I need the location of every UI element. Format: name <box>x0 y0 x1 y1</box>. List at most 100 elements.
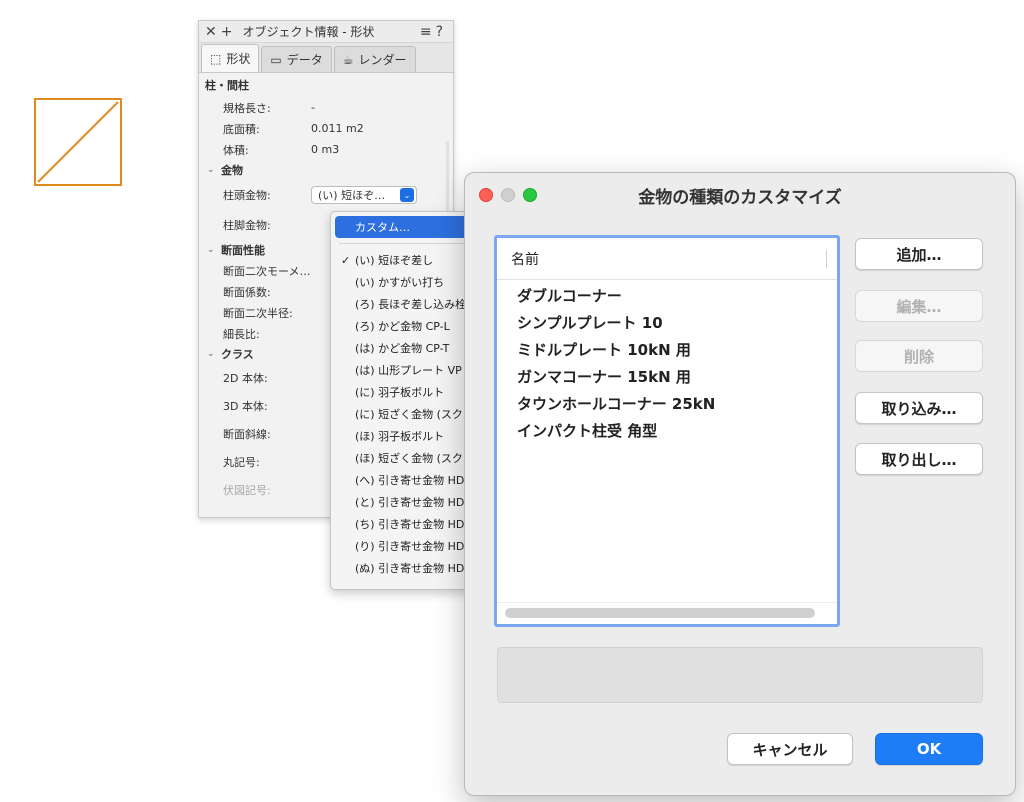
menu-item[interactable]: (と) 引き寄せ金物 HD <box>331 491 479 513</box>
menu-item[interactable]: (ぬ) 引き寄せ金物 HD <box>331 557 479 579</box>
menu-item-label: (に) 羽子板ボルト <box>355 386 445 399</box>
shape-diagonal-icon <box>37 101 119 183</box>
row-label: 柱脚金物: <box>223 219 271 232</box>
delete-button[interactable]: 削除 <box>855 340 983 372</box>
menu-item-label: (い) かすがい打ち <box>355 276 445 289</box>
list-item[interactable]: シンプルプレート 10 <box>497 309 837 336</box>
hardware-dropdown-menu: カスタム… ✓ (い) 短ほぞ差し (い) かすがい打ち (ろ) 長ほぞ差し込み栓… <box>330 211 480 590</box>
group-label: 断面性能 <box>221 244 265 257</box>
close-window-button[interactable] <box>479 188 493 202</box>
menu-item[interactable]: (ち) 引き寄せ金物 HD <box>331 513 479 535</box>
popup-value: (い) 短ほぞ… <box>318 189 386 202</box>
row-value: 0 m3 <box>311 143 340 156</box>
plus-icon[interactable]: + <box>221 24 233 40</box>
row-label: 体積: <box>223 143 249 157</box>
column-top-hardware-popup[interactable]: (い) 短ほぞ… ⌄ <box>311 186 417 204</box>
menu-item-label: (は) 山形プレート VP <box>355 364 462 377</box>
horizontal-scrollbar[interactable] <box>505 608 815 618</box>
menu-item[interactable]: (に) 短ざく金物 (スク <box>331 403 479 425</box>
row-label: 規格長さ: <box>223 101 271 115</box>
list-item[interactable]: インパクト柱受 角型 <box>497 417 837 444</box>
list-header-name[interactable]: 名前 <box>497 238 837 280</box>
list-item[interactable]: タウンホールコーナー 25kN <box>497 390 837 417</box>
menu-item[interactable]: (ろ) かど金物 CP-L <box>331 315 479 337</box>
menu-item[interactable]: (い) かすがい打ち <box>331 271 479 293</box>
tab-shape-label: 形状 <box>226 52 251 66</box>
menu-item-label: (へ) 引き寄せ金物 HD <box>355 474 465 487</box>
canvas-column-shape[interactable] <box>34 98 122 186</box>
menu-item[interactable]: (ろ) 長ほぞ差し込み栓 <box>331 293 479 315</box>
description-box <box>497 647 983 703</box>
ok-button[interactable]: OK <box>875 733 983 765</box>
row-label: 断面二次モーメ… <box>223 264 311 278</box>
dialog-titlebar: 金物の種類のカスタマイズ <box>465 173 1015 217</box>
menu-item-label: (い) 短ほぞ差し <box>355 254 434 267</box>
row-column-top-hardware: 柱頭金物: (い) 短ほぞ… ⌄ <box>199 180 453 210</box>
shape-icon: ⬚ <box>210 51 222 66</box>
row-label: 断面二次半径: <box>223 306 293 320</box>
menu-item[interactable]: (ほ) 短ざく金物 (スク <box>331 447 479 469</box>
help-icon[interactable]: ? <box>436 24 443 40</box>
menu-item[interactable]: (は) 山形プレート VP <box>331 359 479 381</box>
zoom-window-button[interactable] <box>523 188 537 202</box>
palette-titlebar: ✕ + オブジェクト情報 - 形状 ≡ ? <box>199 21 453 43</box>
group-label: クラス <box>221 348 254 361</box>
group-hardware[interactable]: ⌄ 金物 <box>199 160 453 180</box>
section-title: 柱・間柱 <box>205 79 249 92</box>
row-label: 底面積: <box>223 122 260 136</box>
row-standard-length: 規格長さ: - <box>199 97 453 118</box>
hardware-type-list[interactable]: 名前 ダブルコーナー シンプルプレート 10 ミドルプレート 10kN 用 ガン… <box>494 235 840 627</box>
palette-title: オブジェクト情報 - 形状 <box>242 25 375 39</box>
chevron-down-icon: ⌄ <box>207 349 215 359</box>
close-icon[interactable]: ✕ <box>205 24 217 40</box>
customize-hardware-dialog: 金物の種類のカスタマイズ 名前 ダブルコーナー シンプルプレート 10 ミドルプ… <box>464 172 1016 796</box>
data-icon: ▭ <box>270 52 282 67</box>
palette-tabs: ⬚ 形状 ▭ データ ☕ レンダー <box>199 43 453 73</box>
menu-item-label: カスタム… <box>355 221 410 234</box>
menu-item[interactable]: (り) 引き寄せ金物 HD <box>331 535 479 557</box>
list-item[interactable]: ミドルプレート 10kN 用 <box>497 336 837 363</box>
tab-shape[interactable]: ⬚ 形状 <box>201 44 260 72</box>
column-divider <box>826 250 827 268</box>
menu-item-custom[interactable]: カスタム… <box>335 216 475 238</box>
menu-item-label: (は) かど金物 CP-T <box>355 342 450 355</box>
chevron-down-icon: ⌄ <box>207 165 215 175</box>
chevron-down-icon: ⌄ <box>207 245 215 255</box>
row-label: 細長比: <box>223 327 260 341</box>
menu-item[interactable]: (は) かど金物 CP-T <box>331 337 479 359</box>
menu-item-label: (ち) 引き寄せ金物 HD <box>355 518 465 531</box>
menu-item-label: (り) 引き寄せ金物 HD <box>355 540 465 553</box>
menu-item-label: (に) 短ざく金物 (スク <box>355 408 463 421</box>
tab-data[interactable]: ▭ データ <box>261 46 332 72</box>
dialog-title: 金物の種類のカスタマイズ <box>638 187 842 208</box>
menu-icon[interactable]: ≡ <box>420 24 432 40</box>
add-button[interactable]: 追加… <box>855 238 983 270</box>
menu-item-label: (と) 引き寄せ金物 HD <box>355 496 465 509</box>
import-button[interactable]: 取り込み… <box>855 392 983 424</box>
menu-item-label: (ろ) 長ほぞ差し込み栓 <box>355 298 467 311</box>
chevron-updown-icon: ⌄ <box>400 188 414 202</box>
group-label: 金物 <box>221 164 243 177</box>
minimize-window-button[interactable] <box>501 188 515 202</box>
menu-item[interactable]: (へ) 引き寄せ金物 HD <box>331 469 479 491</box>
row-value: - <box>311 101 315 114</box>
list-item[interactable]: ガンマコーナー 15kN 用 <box>497 363 837 390</box>
row-base-area: 底面積: 0.011 m2 <box>199 118 453 139</box>
menu-item-label: (ほ) 短ざく金物 (スク <box>355 452 463 465</box>
tab-render[interactable]: ☕ レンダー <box>333 46 416 72</box>
menu-separator <box>339 243 471 244</box>
tab-render-label: レンダー <box>358 53 407 67</box>
row-label: 丸記号: <box>223 456 260 469</box>
menu-item[interactable]: (ほ) 羽子板ボルト <box>331 425 479 447</box>
render-icon: ☕ <box>342 52 354 67</box>
row-label: 3D 本体: <box>223 400 268 413</box>
menu-item[interactable]: ✓ (い) 短ほぞ差し <box>331 249 479 271</box>
row-label: 断面係数: <box>223 285 271 299</box>
edit-button[interactable]: 編集… <box>855 290 983 322</box>
menu-item[interactable]: (に) 羽子板ボルト <box>331 381 479 403</box>
row-label: 伏図記号: <box>223 484 271 497</box>
list-item[interactable]: ダブルコーナー <box>497 282 837 309</box>
row-label: 断面斜線: <box>223 428 271 441</box>
cancel-button[interactable]: キャンセル <box>727 733 853 765</box>
export-button[interactable]: 取り出し… <box>855 443 983 475</box>
